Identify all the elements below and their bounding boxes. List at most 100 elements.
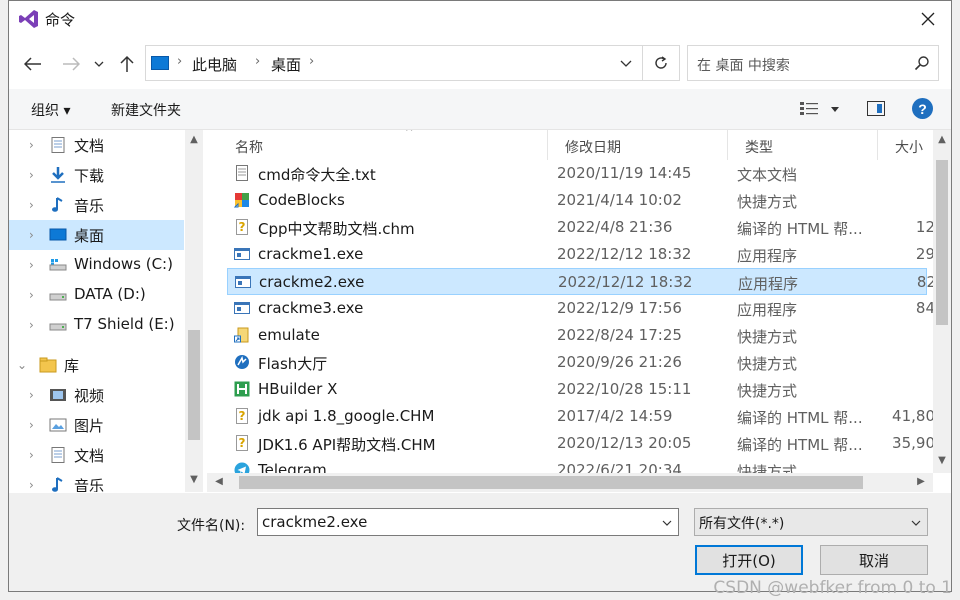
sidebar-item-label: 视频 xyxy=(74,387,105,405)
file-list-horizontal-scrollbar[interactable]: ◀ ▶ xyxy=(207,473,933,492)
organize-button[interactable]: 组织 ▾ xyxy=(31,100,70,120)
recent-locations-button[interactable] xyxy=(89,51,109,77)
column-header-date[interactable]: 修改日期 xyxy=(557,130,737,160)
up-arrow-icon xyxy=(120,55,134,72)
column-divider[interactable] xyxy=(877,130,878,160)
new-folder-button[interactable]: 新建文件夹 xyxy=(111,100,181,120)
search-field[interactable]: 在 桌面 中搜索 xyxy=(687,45,939,81)
file-row[interactable]: HBuilder X 2022/10/28 15:11 快捷方式 xyxy=(227,376,927,403)
sidebar-item-drive-e[interactable]: › T7 Shield (E:) xyxy=(9,310,184,340)
file-row[interactable]: ? JDK1.6 API帮助文档.CHM 2020/12/13 20:05 编译的 H… xyxy=(227,430,935,457)
scrollbar-thumb[interactable] xyxy=(239,476,863,489)
close-button[interactable] xyxy=(905,1,951,37)
sidebar-item-libraries[interactable]: ⌄ 库 xyxy=(9,350,184,380)
expand-chevron-icon[interactable]: › xyxy=(29,168,34,182)
column-divider[interactable] xyxy=(727,130,728,160)
sidebar-item-lib-documents[interactable]: › 文档 xyxy=(9,440,184,470)
back-button[interactable] xyxy=(20,51,46,77)
change-view-button[interactable] xyxy=(799,101,819,117)
sidebar-item-label: 图片 xyxy=(74,417,105,435)
up-button[interactable] xyxy=(114,51,140,77)
breadcrumb-desktop[interactable]: 桌面 xyxy=(271,54,301,75)
expand-chevron-icon[interactable]: › xyxy=(29,228,34,242)
expand-chevron-icon[interactable]: › xyxy=(29,138,34,152)
view-options-dropdown[interactable] xyxy=(831,107,839,112)
file-row[interactable]: cmd命令大全.txt 2020/11/19 14:45 文本文档 xyxy=(227,160,927,187)
filename-value[interactable]: crackme2.exe xyxy=(262,513,367,531)
help-button[interactable]: ? xyxy=(912,98,933,119)
sidebar-item-downloads[interactable]: › 下载 xyxy=(9,160,184,190)
exe-icon xyxy=(235,274,251,290)
scrollbar-thumb[interactable] xyxy=(936,160,948,325)
navigation-scrollbar[interactable]: ▲ ▼ xyxy=(185,130,203,492)
scroll-right-icon[interactable]: ▶ xyxy=(915,476,927,487)
scrollbar-thumb[interactable] xyxy=(188,330,200,440)
file-row[interactable]: crackme1.exe 2022/12/12 18:32 应用程序 29 xyxy=(227,241,935,268)
address-bar[interactable]: › 此电脑 › 桌面 › xyxy=(145,45,680,81)
sidebar-item-music[interactable]: › 音乐 xyxy=(9,190,184,220)
expand-chevron-icon[interactable]: › xyxy=(29,388,34,402)
expand-chevron-icon[interactable]: › xyxy=(29,198,34,212)
chevron-down-icon[interactable]: ⌄ xyxy=(17,358,27,372)
expand-chevron-icon[interactable]: › xyxy=(29,258,34,272)
sidebar-item-lib-music[interactable]: › 音乐 xyxy=(9,470,184,492)
column-header-type[interactable]: 类型 xyxy=(737,130,887,160)
filename-field[interactable]: crackme2.exe xyxy=(257,508,679,536)
file-row[interactable]: Flash大厅 2020/9/26 21:26 快捷方式 xyxy=(227,349,927,376)
file-row[interactable]: ? jdk api 1.8_google.CHM 2017/4/2 14:59 编译的… xyxy=(227,403,935,430)
expand-chevron-icon[interactable]: › xyxy=(29,288,34,302)
breadcrumb-this-pc[interactable]: 此电脑 xyxy=(192,54,237,75)
file-type-filter[interactable]: 所有文件(*.*) xyxy=(694,508,928,536)
search-icon[interactable] xyxy=(914,55,930,71)
file-date: 2022/12/12 18:32 xyxy=(557,245,692,263)
sidebar-item-drive-d[interactable]: › DATA (D:) xyxy=(9,280,184,310)
address-dropdown-button[interactable] xyxy=(619,56,633,70)
picture-icon xyxy=(49,417,67,433)
refresh-button[interactable] xyxy=(642,46,679,80)
column-header-size[interactable]: 大小 xyxy=(887,130,933,160)
expand-chevron-icon[interactable]: › xyxy=(29,418,34,432)
scroll-up-icon[interactable]: ▲ xyxy=(188,134,200,145)
scroll-up-icon[interactable]: ▲ xyxy=(936,134,948,145)
file-row[interactable]: emulate 2022/8/24 17:25 快捷方式 xyxy=(227,322,927,349)
preview-pane-icon[interactable] xyxy=(867,101,885,116)
scroll-down-icon[interactable]: ▼ xyxy=(936,455,948,466)
expand-chevron-icon[interactable]: › xyxy=(29,448,34,462)
sidebar-item-desktop[interactable]: › 桌面 xyxy=(9,220,184,250)
sidebar-item-drive-c[interactable]: › Windows (C:) xyxy=(9,250,184,280)
flash-icon xyxy=(234,354,250,370)
file-row[interactable]: crackme2.exe 2022/12/12 18:32 应用程序 82 xyxy=(227,268,936,295)
chevron-down-icon[interactable] xyxy=(911,518,921,528)
exe-icon xyxy=(234,246,250,262)
sidebar-item-label: 库 xyxy=(64,357,80,375)
cancel-button[interactable]: 取消 xyxy=(820,545,928,575)
scroll-down-icon[interactable]: ▼ xyxy=(188,474,200,485)
expand-chevron-icon[interactable]: › xyxy=(29,318,34,332)
expand-chevron-icon[interactable]: › xyxy=(29,478,34,492)
file-list-vertical-scrollbar[interactable]: ▲ ▼ xyxy=(933,130,951,473)
column-divider[interactable] xyxy=(547,130,548,160)
chevron-down-icon[interactable] xyxy=(662,518,672,528)
file-type-filter-value: 所有文件(*.*) xyxy=(699,516,785,532)
file-type: 快捷方式 xyxy=(737,328,798,346)
forward-button[interactable] xyxy=(58,51,84,77)
sidebar-item-label: 音乐 xyxy=(74,477,105,492)
sidebar-item-documents[interactable]: › 文档 xyxy=(9,130,184,160)
refresh-icon xyxy=(655,56,667,69)
sidebar-item-pictures[interactable]: › 图片 xyxy=(9,410,184,440)
svg-text:?: ? xyxy=(239,220,246,234)
file-row[interactable]: CodeBlocks 2021/4/14 10:02 快捷方式 xyxy=(227,187,927,214)
navigation-pane: › 文档 › 下载 › 音乐 › 桌面 › Windows (C:) › DAT… xyxy=(9,130,203,492)
file-size: 41,80 xyxy=(892,407,935,425)
file-date: 2022/10/28 15:11 xyxy=(557,380,692,398)
scroll-left-icon[interactable]: ◀ xyxy=(213,476,225,487)
sidebar-item-label: 桌面 xyxy=(74,227,105,245)
column-header-name[interactable]: 名称 ^ xyxy=(227,130,547,160)
left-backdrop xyxy=(0,0,8,600)
music-icon xyxy=(49,477,67,492)
file-row[interactable]: ? Cpp中文帮助文档.chm 2022/4/8 21:36 编译的 HTML 帮..… xyxy=(227,214,935,241)
open-button[interactable]: 打开(O) xyxy=(695,545,803,575)
file-row[interactable]: crackme3.exe 2022/12/9 17:56 应用程序 84 xyxy=(227,295,935,322)
sidebar-item-label: 下载 xyxy=(74,167,105,185)
sidebar-item-videos[interactable]: › 视频 xyxy=(9,380,184,410)
